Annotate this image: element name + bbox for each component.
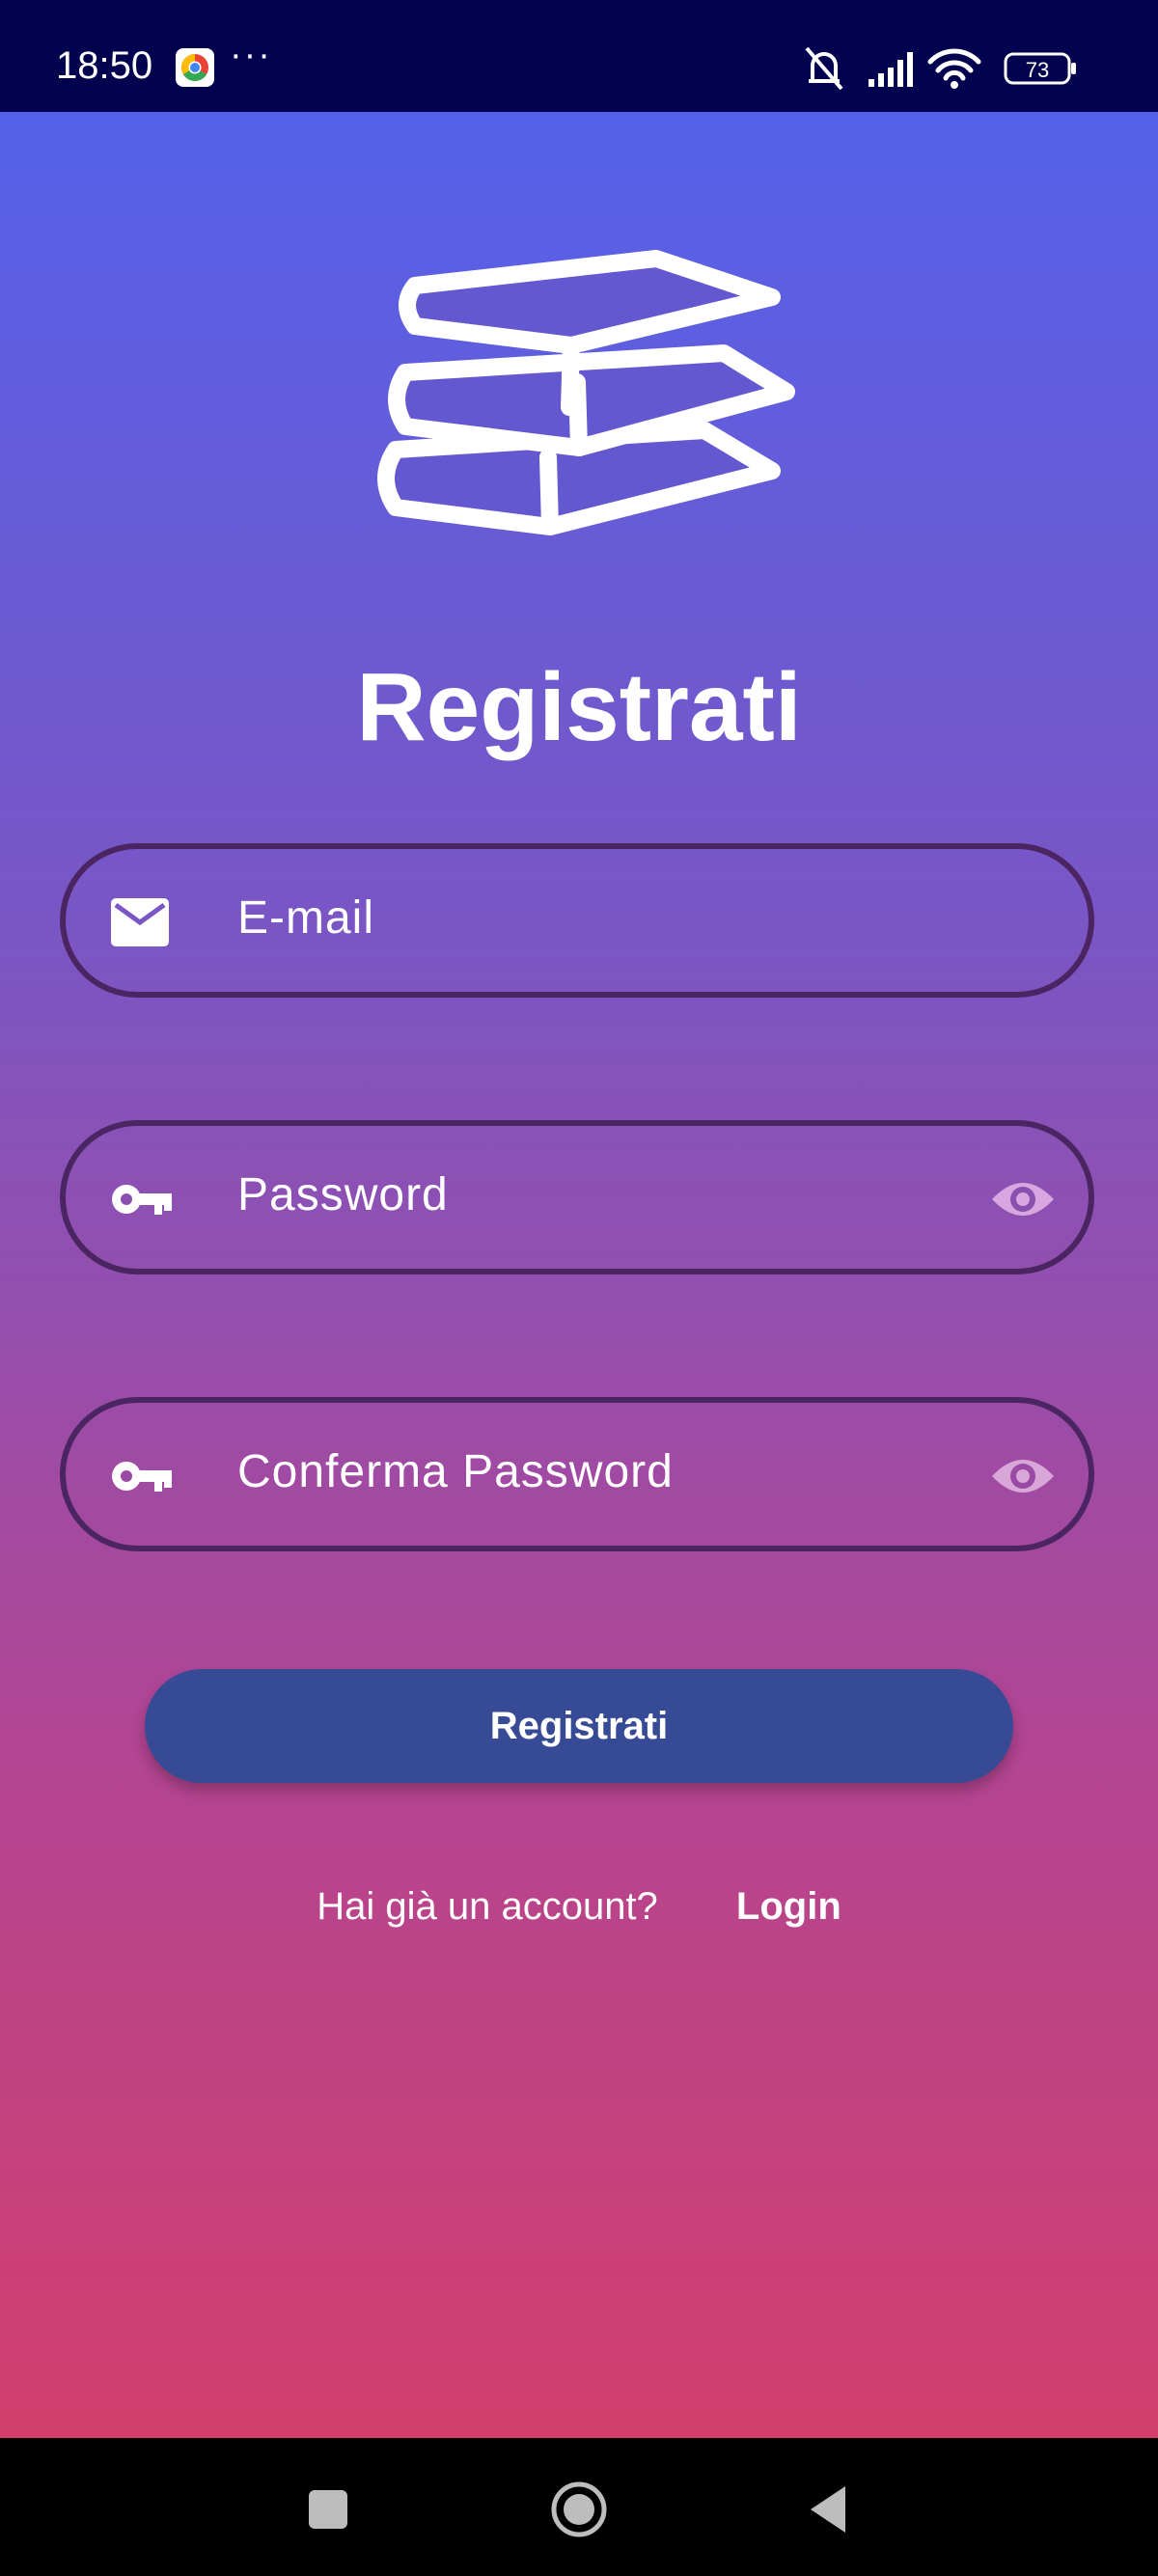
key-icon: [110, 1174, 172, 1224]
wifi-icon: [927, 48, 981, 81]
register-button[interactable]: Registrati: [145, 1669, 1013, 1783]
password-field[interactable]: Password: [60, 1120, 1094, 1274]
confirm-password-field[interactable]: Conferma Password: [60, 1397, 1094, 1551]
mail-icon: [110, 897, 170, 947]
recents-icon[interactable]: [299, 2480, 357, 2538]
chrome-icon: [176, 48, 214, 87]
battery-level: 73: [1025, 58, 1050, 82]
eye-icon[interactable]: [990, 1170, 1056, 1228]
eye-icon[interactable]: [990, 1447, 1056, 1505]
email-placeholder: E-mail: [237, 892, 375, 944]
more-notifications-icon: ···: [230, 35, 272, 75]
back-icon[interactable]: [801, 2480, 859, 2538]
login-question: Hai già un account?: [317, 1885, 658, 1928]
bell-muted-icon: [805, 46, 843, 91]
password-placeholder: Password: [237, 1169, 449, 1220]
confirm-password-placeholder: Conferma Password: [237, 1446, 674, 1497]
signal-icon: [868, 52, 913, 87]
navigation-bar: [0, 2438, 1158, 2576]
books-stack-icon: [357, 237, 801, 585]
email-field[interactable]: E-mail: [60, 843, 1094, 998]
system-status-icons: [805, 46, 1076, 91]
login-link[interactable]: Login: [736, 1885, 841, 1928]
register-screen: Registrati E-mail Password Conferma Pass…: [0, 112, 1158, 2438]
key-icon: [110, 1451, 172, 1501]
status-bar: 18:50 ··· 73: [0, 0, 1158, 112]
page-title: Registrati: [356, 653, 802, 761]
status-time: 18:50: [56, 44, 153, 87]
status-icons: 73: [801, 42, 1119, 96]
login-prompt: Hai già un account? Login: [0, 1885, 1158, 1929]
home-icon[interactable]: [550, 2480, 608, 2538]
